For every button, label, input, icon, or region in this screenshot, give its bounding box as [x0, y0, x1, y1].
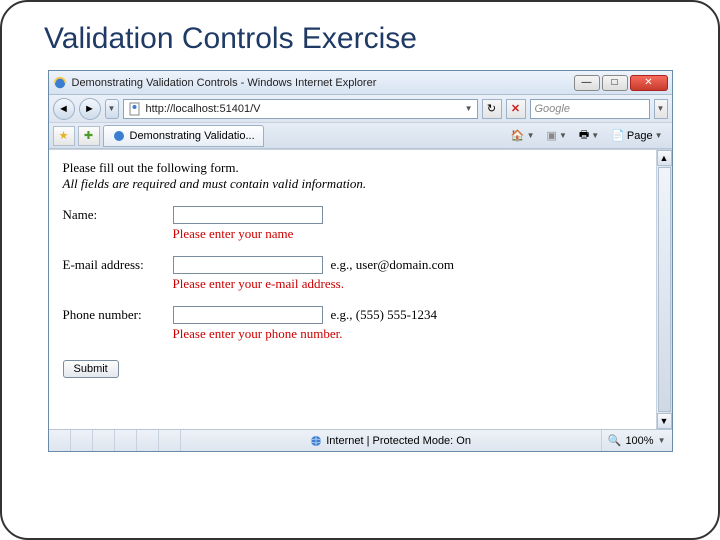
browser-tab[interactable]: Demonstrating Validatio...	[103, 125, 264, 147]
back-button[interactable]: ◄	[53, 98, 75, 120]
address-bar[interactable]: http://localhost:51401/V ▼	[123, 99, 478, 119]
scroll-thumb[interactable]	[658, 167, 671, 412]
phone-row: Phone number: e.g., (555) 555-1234	[63, 306, 642, 324]
search-dropdown[interactable]: ▼	[654, 99, 668, 119]
email-label: E-mail address:	[63, 257, 173, 273]
window-controls: — □ ✕	[574, 75, 668, 91]
name-input[interactable]	[173, 206, 323, 224]
name-row: Name:	[63, 206, 642, 224]
refresh-button[interactable]: ↻	[482, 99, 502, 119]
search-box[interactable]: Google	[530, 99, 650, 119]
browser-window: Demonstrating Validation Controls - Wind…	[48, 70, 673, 452]
star-icon: ★	[59, 129, 69, 142]
name-label: Name:	[63, 207, 173, 223]
web-page: Please fill out the following form. All …	[49, 150, 656, 429]
status-cells	[49, 430, 181, 451]
zoom-value: 100%	[625, 435, 653, 447]
slide-title: Validation Controls Exercise	[44, 22, 690, 56]
search-provider-text: Google	[535, 103, 570, 115]
favorites-button[interactable]: ★	[53, 126, 75, 146]
chevron-up-icon: ▲	[660, 153, 669, 163]
command-bar: 🏠▼ ▣▼ 🖶▼ 📄Page▼	[506, 126, 668, 146]
arrow-right-icon: ►	[84, 103, 95, 115]
page-icon	[128, 102, 142, 116]
chevron-down-icon: ▼	[559, 131, 567, 140]
recent-pages-dropdown[interactable]: ▼	[105, 99, 119, 119]
close-button[interactable]: ✕	[630, 75, 668, 91]
email-row: E-mail address: e.g., user@domain.com	[63, 256, 642, 274]
globe-icon	[310, 435, 322, 447]
add-favorites-button[interactable]: ✚	[78, 126, 100, 146]
refresh-icon: ↻	[487, 102, 496, 115]
chevron-down-icon: ▼	[655, 131, 663, 140]
phone-input[interactable]	[173, 306, 323, 324]
slide-frame: Validation Controls Exercise Demonstrati…	[0, 0, 720, 540]
print-icon: 🖶	[579, 126, 589, 145]
window-title: Demonstrating Validation Controls - Wind…	[72, 77, 574, 89]
zoom-control[interactable]: 🔍 100% ▼	[601, 430, 672, 451]
phone-label: Phone number:	[63, 307, 173, 323]
status-zone-text: Internet | Protected Mode: On	[326, 435, 471, 447]
star-plus-icon: ✚	[84, 129, 93, 142]
tab-label: Demonstrating Validatio...	[130, 130, 255, 142]
status-zone: Internet | Protected Mode: On	[181, 435, 601, 447]
arrow-left-icon: ◄	[58, 103, 69, 115]
page-menu-button[interactable]: 📄Page▼	[606, 126, 667, 146]
chevron-down-icon[interactable]: ▼	[465, 104, 473, 113]
email-error: Please enter your e-mail address.	[173, 276, 642, 292]
chevron-down-icon: ▼	[527, 131, 535, 140]
url-text: http://localhost:51401/V	[146, 103, 461, 115]
ie-logo-icon	[53, 76, 67, 90]
rss-icon: ▣	[547, 129, 557, 142]
nav-toolbar: ◄ ► ▼ http://localhost:51401/V ▼ ↻ ✕ Goo…	[49, 95, 672, 123]
content-area: Please fill out the following form. All …	[49, 149, 672, 429]
feeds-button[interactable]: ▣▼	[542, 126, 572, 146]
stop-button[interactable]: ✕	[506, 99, 526, 119]
status-bar: Internet | Protected Mode: On 🔍 100% ▼	[49, 429, 672, 451]
chevron-down-icon: ▼	[660, 416, 669, 426]
vertical-scrollbar[interactable]: ▲ ▼	[656, 150, 672, 429]
email-input[interactable]	[173, 256, 323, 274]
chevron-down-icon: ▼	[658, 436, 666, 445]
titlebar: Demonstrating Validation Controls - Wind…	[49, 71, 672, 95]
scroll-up-button[interactable]: ▲	[657, 150, 672, 166]
chevron-down-icon: ▼	[657, 104, 665, 113]
phone-error: Please enter your phone number.	[173, 326, 642, 342]
stop-icon: ✕	[511, 102, 520, 115]
email-hint: e.g., user@domain.com	[331, 257, 455, 273]
print-button[interactable]: 🖶▼	[574, 126, 604, 146]
phone-hint: e.g., (555) 555-1234	[331, 307, 438, 323]
name-error: Please enter your name	[173, 226, 642, 242]
forward-button[interactable]: ►	[79, 98, 101, 120]
scroll-down-button[interactable]: ▼	[657, 413, 672, 429]
page-menu-label: Page	[627, 130, 653, 142]
chevron-down-icon: ▼	[108, 104, 116, 113]
chevron-down-icon: ▼	[591, 131, 599, 140]
home-button[interactable]: 🏠▼	[506, 126, 540, 146]
minimize-button[interactable]: —	[574, 75, 600, 91]
home-icon: 🏠	[511, 129, 525, 142]
instruction-line1: Please fill out the following form.	[63, 160, 642, 176]
maximize-button[interactable]: □	[602, 75, 628, 91]
ie-page-icon	[112, 129, 126, 143]
instruction-line2: All fields are required and must contain…	[63, 176, 642, 192]
page-icon: 📄	[611, 129, 625, 142]
zoom-icon: 🔍	[608, 434, 622, 447]
submit-button[interactable]: Submit	[63, 360, 119, 378]
tab-toolbar: ★ ✚ Demonstrating Validatio... 🏠▼ ▣▼ 🖶▼ …	[49, 123, 672, 149]
